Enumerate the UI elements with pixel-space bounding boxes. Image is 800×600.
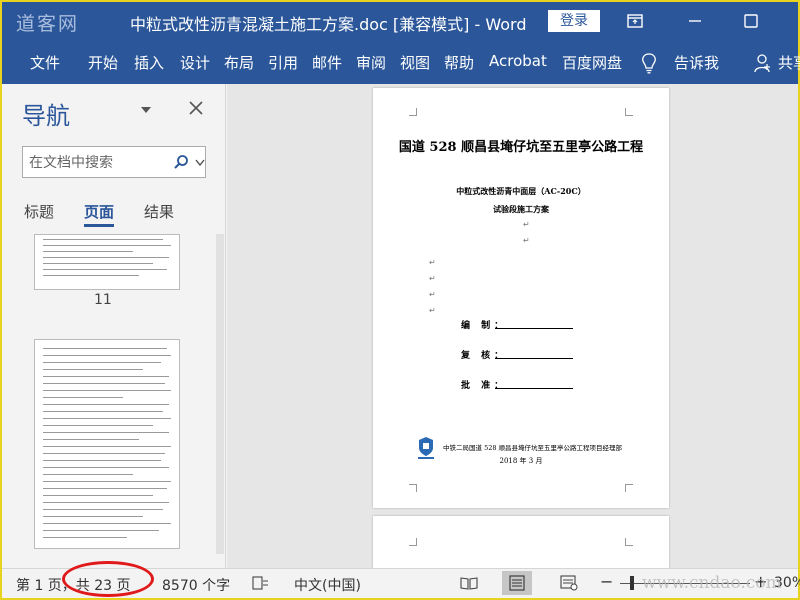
tab-help[interactable]: 帮助	[444, 52, 474, 73]
highlight-circle	[62, 561, 154, 597]
paragraph-mark: ↵	[523, 236, 530, 245]
signature-line	[495, 388, 573, 389]
language-indicator[interactable]: 中文(中国)	[294, 575, 361, 595]
read-mode-icon[interactable]	[460, 575, 478, 591]
chevron-down-icon[interactable]	[140, 106, 152, 114]
minimize-icon[interactable]	[682, 8, 708, 34]
document-subtitle-1: 中粒式改性沥青中面层（AC-20C）	[456, 186, 586, 196]
share-button[interactable]: 共享	[778, 52, 800, 73]
login-button[interactable]: 登录	[548, 10, 600, 32]
crop-mark	[625, 484, 633, 492]
search-icon[interactable]	[173, 154, 189, 170]
signature-line	[495, 358, 573, 359]
sign-label-review: 复 核：	[461, 351, 508, 361]
document-title: 国道 528 顺昌县埯仔坑至五里亭公路工程	[398, 140, 644, 155]
tab-insert[interactable]: 插入	[134, 52, 164, 73]
document-canvas[interactable]: 国道 528 顺昌县埯仔坑至五里亭公路工程 中粒式改性沥青中面层（AC-20C）…	[227, 84, 798, 568]
search-box	[22, 146, 206, 178]
tab-headings[interactable]: 标题	[24, 201, 54, 222]
status-bar: 第 1 页，共 23 页 8570 个字 中文(中国) − + 30% www.…	[2, 561, 800, 598]
sign-label-approve: 批 准：	[461, 381, 508, 391]
word-count[interactable]: 8570 个字	[162, 575, 230, 595]
site-watermark: www.cndao.com	[642, 573, 782, 593]
tab-design[interactable]: 设计	[180, 52, 210, 73]
sign-label-compile: 编 制：	[461, 321, 508, 331]
document-page-1[interactable]: 国道 528 顺昌县埯仔坑至五里亭公路工程 中粒式改性沥青中面层（AC-20C）…	[373, 88, 669, 508]
maximize-icon[interactable]	[738, 8, 764, 34]
title-bar: 道客网 中粒式改性沥青混凝土施工方案.doc [兼容模式] - Word 登录	[2, 2, 798, 40]
paragraph-mark: ↵	[429, 274, 436, 283]
thumbnail-page-number: 11	[94, 292, 112, 308]
crop-mark	[409, 538, 417, 546]
tab-results[interactable]: 结果	[144, 201, 174, 222]
crop-mark	[625, 108, 633, 116]
lightbulb-icon[interactable]	[640, 52, 658, 74]
chevron-down-icon[interactable]	[195, 159, 205, 166]
tab-pages[interactable]: 页面	[84, 201, 114, 222]
tab-file[interactable]: 文件	[30, 52, 60, 73]
crop-mark	[409, 108, 417, 116]
search-input[interactable]	[29, 153, 165, 173]
tab-acrobat[interactable]: Acrobat	[489, 52, 547, 70]
nav-scrollbar[interactable]	[216, 234, 224, 554]
page-thumbnail-12[interactable]	[34, 339, 180, 549]
proofing-icon[interactable]	[252, 575, 270, 591]
paragraph-mark: ↵	[429, 306, 436, 315]
navigation-pane: 导航 标题 页面 结果 11	[2, 84, 226, 568]
close-icon[interactable]	[188, 100, 204, 116]
crop-mark	[625, 538, 633, 546]
zoom-slider-thumb[interactable]	[630, 576, 634, 590]
tab-view[interactable]: 视图	[400, 52, 430, 73]
document-subtitle-2: 试验段施工方案	[493, 204, 549, 214]
print-layout-icon[interactable]	[508, 575, 526, 591]
tab-review[interactable]: 审阅	[356, 52, 386, 73]
paragraph-mark: ↵	[523, 220, 530, 229]
web-layout-icon[interactable]	[560, 575, 578, 591]
zoom-out-button[interactable]: −	[600, 572, 613, 591]
tab-baidu-netdisk[interactable]: 百度网盘	[562, 52, 622, 73]
tab-home[interactable]: 开始	[88, 52, 118, 73]
crop-mark	[409, 484, 417, 492]
tab-layout[interactable]: 布局	[224, 52, 254, 73]
tab-mailings[interactable]: 邮件	[312, 52, 342, 73]
ribbon-tabs: 文件 开始 插入 设计 布局 引用 邮件 审阅 视图 帮助 Acrobat 百度…	[2, 40, 800, 84]
organization-name: 中铁二局国道 528 顺昌县埯仔坑至五里亭公路工程项目经理部	[443, 444, 623, 452]
site-logo-watermark: 道客网	[16, 13, 80, 35]
paragraph-mark: ↵	[429, 290, 436, 299]
document-page-2[interactable]	[373, 516, 669, 568]
page-thumbnail-11[interactable]	[34, 234, 180, 290]
ribbon-display-options-icon[interactable]	[622, 8, 648, 34]
nav-pane-title: 导航	[22, 102, 70, 130]
signature-line	[495, 328, 573, 329]
tell-me-button[interactable]: 告诉我	[674, 52, 719, 73]
tab-references[interactable]: 引用	[268, 52, 298, 73]
share-person-icon[interactable]	[754, 53, 772, 73]
active-tab-indicator	[84, 224, 114, 227]
window-title: 中粒式改性沥青混凝土施工方案.doc [兼容模式] - Word	[130, 15, 527, 34]
document-date: 2018 年 3 月	[499, 457, 543, 465]
paragraph-mark: ↵	[429, 258, 436, 267]
